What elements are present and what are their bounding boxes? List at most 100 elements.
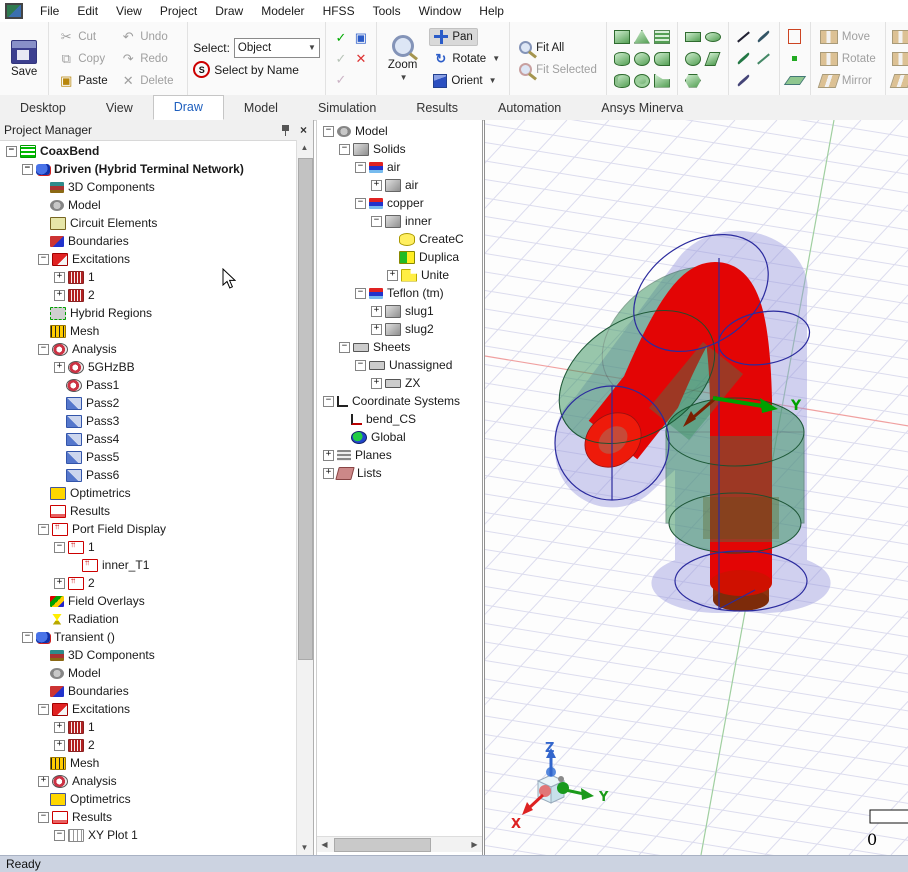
tree-node-model[interactable]: Model: [0, 196, 297, 214]
duplicate-along-line-icon[interactable]: [892, 30, 908, 44]
menu-draw[interactable]: Draw: [206, 1, 252, 21]
expand-icon[interactable]: +: [387, 270, 398, 281]
tree-node-driven-hybrid-terminal-network-[interactable]: −Driven (Hybrid Terminal Network): [0, 160, 297, 178]
show-in-active-view-icon[interactable]: ✓: [333, 30, 349, 46]
collapse-icon[interactable]: −: [38, 812, 49, 823]
tree-node-pass3[interactable]: Pass3: [0, 412, 297, 430]
tree-node-circuit-elements[interactable]: Circuit Elements: [0, 214, 297, 232]
copy-button[interactable]: ⧉Copy: [54, 50, 116, 68]
expand-icon[interactable]: +: [54, 722, 65, 733]
tree-node-zx[interactable]: +ZX: [317, 374, 482, 392]
hide-selection-icon[interactable]: ✓: [333, 72, 349, 88]
tab-desktop[interactable]: Desktop: [0, 97, 86, 120]
draw-helix-icon[interactable]: [654, 30, 670, 44]
tree-node-inner[interactable]: −inner: [317, 212, 482, 230]
draw-torus-icon[interactable]: [634, 74, 650, 88]
tree-node-unassigned[interactable]: −Unassigned: [317, 356, 482, 374]
tree-node-pass5[interactable]: Pass5: [0, 448, 297, 466]
undo-button[interactable]: ↶Undo: [116, 28, 182, 46]
expand-icon[interactable]: +: [54, 290, 65, 301]
orient-button[interactable]: Orient▼: [429, 73, 500, 89]
project-tree-scrollbar[interactable]: ▲ ▼: [296, 140, 313, 855]
tree-node-teflon-tm-[interactable]: −Teflon (tm): [317, 284, 482, 302]
collapse-icon[interactable]: −: [22, 164, 33, 175]
draw-circle-icon[interactable]: [685, 52, 701, 66]
tree-node-transient-[interactable]: −Transient (): [0, 628, 297, 646]
zoom-button[interactable]: Zoom ▼: [382, 35, 423, 82]
select-mode-dropdown[interactable]: Object ▼: [234, 38, 320, 58]
tree-node-unite[interactable]: +Unite: [317, 266, 482, 284]
draw-equation-surface-icon[interactable]: [705, 52, 721, 66]
collapse-icon[interactable]: −: [38, 344, 49, 355]
duplicate-mirror-icon[interactable]: [889, 74, 908, 88]
tree-node-coordinate-systems[interactable]: −Coordinate Systems: [317, 392, 482, 410]
tree-node-solids[interactable]: −Solids: [317, 140, 482, 158]
tree-node-air[interactable]: +air: [317, 176, 482, 194]
tree-node-coaxbend[interactable]: −CoaxBend: [0, 142, 297, 160]
tab-automation[interactable]: Automation: [478, 97, 581, 120]
tree-node-model[interactable]: −Model: [317, 122, 482, 140]
draw-cone-icon[interactable]: [634, 30, 650, 44]
tree-node-slug2[interactable]: +slug2: [317, 320, 482, 338]
tree-node-createc[interactable]: CreateC: [317, 230, 482, 248]
tree-node-xy-plot-1[interactable]: −XY Plot 1: [0, 826, 297, 844]
tree-node-planes[interactable]: +Planes: [317, 446, 482, 464]
tree-node-boundaries[interactable]: Boundaries: [0, 682, 297, 700]
tree-node-duplica[interactable]: Duplica: [317, 248, 482, 266]
pan-button[interactable]: Pan: [429, 28, 477, 46]
expand-icon[interactable]: +: [323, 450, 334, 461]
collapse-icon[interactable]: −: [355, 360, 366, 371]
duplicate-around-axis-icon[interactable]: [892, 52, 908, 66]
tree-node-global[interactable]: Global: [317, 428, 482, 446]
menu-file[interactable]: File: [31, 1, 68, 21]
delete-button[interactable]: ✕Delete: [116, 72, 182, 90]
tree-node-1[interactable]: −1: [0, 538, 297, 556]
draw-regular-polyhedron-icon[interactable]: [614, 74, 630, 88]
collapse-icon[interactable]: −: [38, 704, 49, 715]
show-selection-icon[interactable]: ✓: [333, 51, 349, 67]
tree-node-1[interactable]: +1: [0, 268, 297, 286]
tree-node-model[interactable]: Model: [0, 664, 297, 682]
fit-selected-button[interactable]: Fit Selected: [515, 62, 601, 77]
select-by-name-button[interactable]: S Select by Name: [193, 59, 320, 81]
draw-rectangle-icon[interactable]: [685, 32, 701, 42]
menu-window[interactable]: Window: [410, 1, 471, 21]
draw-line-icon[interactable]: [737, 31, 750, 42]
expand-icon[interactable]: +: [54, 362, 65, 373]
expand-icon[interactable]: +: [371, 306, 382, 317]
menu-modeler[interactable]: Modeler: [252, 1, 313, 21]
scrollbar-thumb[interactable]: [298, 158, 313, 660]
tree-node-results[interactable]: −Results: [0, 808, 297, 826]
close-icon[interactable]: ×: [300, 123, 307, 137]
rotate-tool-button[interactable]: Rotate: [816, 51, 880, 67]
expand-icon[interactable]: +: [371, 378, 382, 389]
tree-node-2[interactable]: +2: [0, 286, 297, 304]
expand-icon[interactable]: +: [371, 180, 382, 191]
tree-node-port-field-display[interactable]: −Port Field Display: [0, 520, 297, 538]
tree-node-slug1[interactable]: +slug1: [317, 302, 482, 320]
scroll-up-icon[interactable]: ▲: [297, 140, 312, 155]
move-button[interactable]: Move: [816, 29, 874, 45]
tree-node-mesh[interactable]: Mesh: [0, 322, 297, 340]
menu-help[interactable]: Help: [470, 1, 513, 21]
collapse-icon[interactable]: −: [54, 830, 65, 841]
tree-node-air[interactable]: −air: [317, 158, 482, 176]
save-button[interactable]: Save: [5, 40, 43, 78]
tab-draw[interactable]: Draw: [153, 95, 224, 120]
tab-model[interactable]: Model: [224, 97, 298, 120]
collapse-icon[interactable]: −: [323, 126, 334, 137]
model-tree-hscrollbar[interactable]: ◀ ▶: [317, 836, 482, 852]
tree-node-field-overlays[interactable]: Field Overlays: [0, 592, 297, 610]
collapse-icon[interactable]: −: [355, 198, 366, 209]
pin-icon[interactable]: [281, 125, 290, 136]
mirror-button[interactable]: Mirror: [816, 73, 876, 89]
tree-node-3d-components[interactable]: 3D Components: [0, 646, 297, 664]
tree-node-2[interactable]: +2: [0, 574, 297, 592]
3d-viewport[interactable]: Y Z Y X 0: [484, 120, 908, 855]
tree-node-optimetrics[interactable]: Optimetrics: [0, 790, 297, 808]
tab-simulation[interactable]: Simulation: [298, 97, 396, 120]
tree-node-analysis[interactable]: −Analysis: [0, 340, 297, 358]
tree-node-optimetrics[interactable]: Optimetrics: [0, 484, 297, 502]
tab-results[interactable]: Results: [396, 97, 478, 120]
paste-button[interactable]: ▣Paste: [54, 72, 116, 90]
